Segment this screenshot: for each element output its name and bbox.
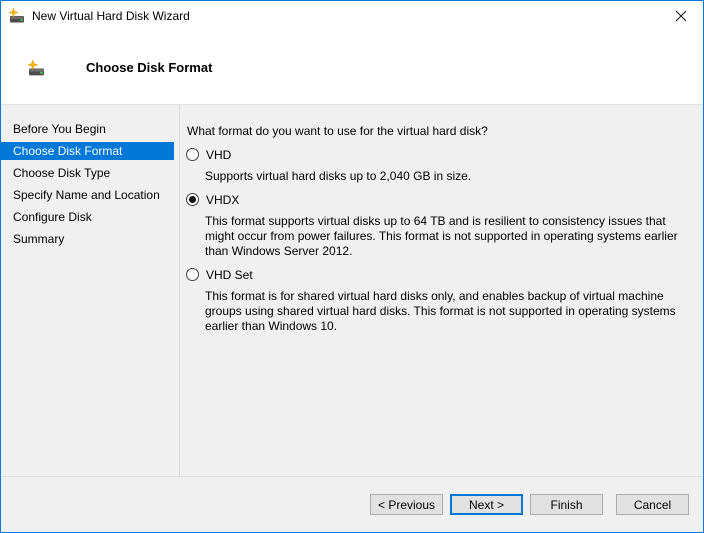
option-vhd-row[interactable]: VHD bbox=[186, 147, 685, 162]
next-button[interactable]: Next > bbox=[450, 494, 523, 515]
sidebar-item-before-you-begin[interactable]: Before You Begin bbox=[1, 120, 174, 138]
sidebar-item-specify-name-and-location[interactable]: Specify Name and Location bbox=[1, 186, 174, 204]
radio-vhd-set[interactable] bbox=[186, 268, 199, 281]
option-vhd: VHD Supports virtual hard disks up to 2,… bbox=[186, 147, 685, 184]
page-title: Choose Disk Format bbox=[86, 60, 213, 75]
titlebar: New Virtual Hard Disk Wizard bbox=[1, 1, 703, 31]
radio-vhd-label[interactable]: VHD bbox=[206, 148, 231, 162]
close-button[interactable] bbox=[658, 1, 703, 31]
wizard-header: Choose Disk Format bbox=[1, 31, 703, 105]
radio-vhdx-label[interactable]: VHDX bbox=[206, 193, 239, 207]
wizard-steps-sidebar: Before You Begin Choose Disk Format Choo… bbox=[1, 105, 180, 476]
window-title: New Virtual Hard Disk Wizard bbox=[32, 9, 190, 23]
cancel-button[interactable]: Cancel bbox=[616, 494, 689, 515]
page-content: What format do you want to use for the v… bbox=[180, 105, 703, 476]
option-vhd-set-row[interactable]: VHD Set bbox=[186, 267, 685, 282]
format-question-label: What format do you want to use for the v… bbox=[187, 124, 488, 138]
vhd-description: Supports virtual hard disks up to 2,040 … bbox=[205, 169, 472, 183]
option-vhdx: VHDX This format supports virtual disks … bbox=[186, 192, 685, 259]
wizard-footer: < Previous Next > Finish Cancel bbox=[1, 477, 703, 532]
vhd-set-description: This format is for shared virtual hard d… bbox=[205, 289, 676, 333]
finish-button[interactable]: Finish bbox=[530, 494, 603, 515]
wizard-window: New Virtual Hard Disk Wizard Choose Disk… bbox=[0, 0, 704, 533]
sidebar-item-summary[interactable]: Summary bbox=[1, 230, 174, 248]
new-virtual-hard-disk-icon bbox=[9, 8, 25, 23]
option-vhd-set: VHD Set This format is for shared virtua… bbox=[186, 267, 685, 334]
option-vhdx-row[interactable]: VHDX bbox=[186, 192, 685, 207]
new-virtual-hard-disk-icon bbox=[28, 60, 45, 76]
radio-vhdx[interactable] bbox=[186, 193, 199, 206]
wizard-body: Before You Begin Choose Disk Format Choo… bbox=[1, 105, 703, 477]
close-icon bbox=[675, 10, 686, 22]
vhdx-description: This format supports virtual disks up to… bbox=[205, 214, 678, 258]
radio-vhd[interactable] bbox=[186, 148, 199, 161]
previous-button[interactable]: < Previous bbox=[370, 494, 443, 515]
sidebar-item-choose-disk-format[interactable]: Choose Disk Format bbox=[1, 142, 174, 160]
sidebar-item-configure-disk[interactable]: Configure Disk bbox=[1, 208, 174, 226]
sidebar-item-choose-disk-type[interactable]: Choose Disk Type bbox=[1, 164, 174, 182]
radio-vhd-set-label[interactable]: VHD Set bbox=[206, 268, 253, 282]
